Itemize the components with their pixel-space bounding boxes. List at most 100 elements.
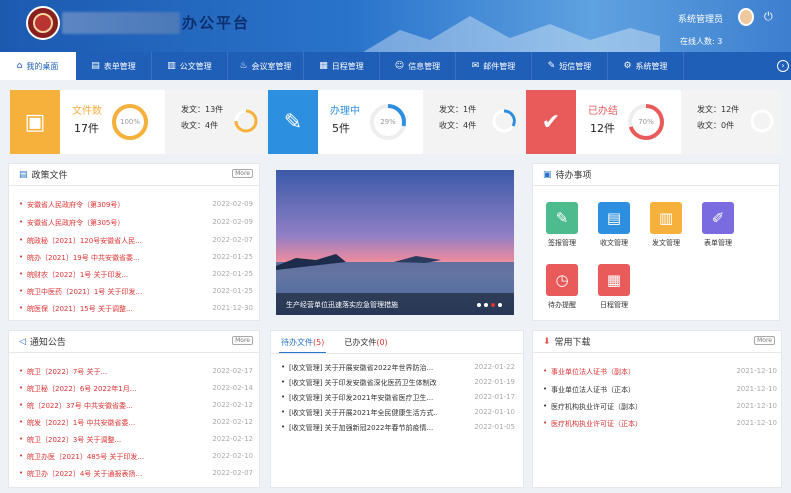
tile-schedule[interactable]: ▦ 日程管理 [589,264,639,310]
tile-receive[interactable]: ▤ 收文管理 [589,202,639,248]
gear-icon: ⚙ [623,61,632,71]
stat-label: 已办结 [588,106,618,117]
recv-count: 收文：4件 [181,121,219,130]
item-title: 皖卫办医〔2021〕485号 关于印发... [27,453,145,461]
panel-header: ▣ 待办事项 [533,164,779,186]
more-button[interactable]: More [232,169,253,178]
item-date: 2021-12-10 [736,385,777,393]
tile-reminder[interactable]: ◷ 待办提醒 [537,264,587,310]
tab-count: (5) [313,338,325,347]
stat-card-processing[interactable]: ✎ 办理中 5件 29% 发文：1件 收文：4件 [268,90,523,154]
item-date: 2022-02-12 [212,435,253,443]
item-title: 皖办〔2021〕19号 中共安徽省委... [27,254,140,262]
tab-pending[interactable]: 待办文件(5) [279,335,327,354]
list-item[interactable]: [收文管理] 关于开展安徽省2022年世界防治... 2022-01-22 [281,363,517,375]
item-title: [收文管理] 关于加强新冠2022年春节前疫情... [289,424,434,432]
nav-label: 表单管理 [103,61,136,71]
list-item[interactable]: 皖卫秘〔2022〕6号 2022年1月... 2022-02-14 [19,384,255,396]
blurred-org-name [62,12,180,34]
list-item[interactable]: 皖政秘〔2021〕120号安徽省人民... 2022-02-07 [19,236,255,248]
tab-done[interactable]: 已办文件(0) [342,335,389,354]
divider [271,353,523,354]
nav-system[interactable]: ⚙ 系统管理 [608,52,684,80]
document-icon: ▥ [167,61,176,71]
stat-card-finished[interactable]: ✔ 已办结 12件 70% 发文：12件 收文：0件 [526,90,781,154]
list-item[interactable]: 皖办〔2021〕19号 中共安徽省委... 2022-01-25 [19,253,255,265]
list-item[interactable]: [收文管理] 关于印发安徽省深化医药卫生体制改... 2022-01-19 [281,378,517,390]
nav-meeting[interactable]: ♨ 会议室管理 [228,52,304,80]
nav-desktop[interactable]: ⌂ 我的桌面 [0,52,76,80]
panel-header: ⬇ 常用下载 [533,331,781,353]
list-item[interactable]: 皖卫〔2022〕7号 关于... 2022-02-17 [19,367,255,379]
item-title: 安徽省人民政府令（第305号） [27,219,125,227]
item-title: [收文管理] 关于开展2021年全民健康生活方式... [289,409,437,417]
nav-label: 短信管理 [559,61,592,71]
list-item[interactable]: 事业单位法人证书（正本） 2021-12-10 [543,385,779,397]
item-date: 2022-02-07 [212,236,253,244]
list-item[interactable]: 安徽省人民政府令（第309号） 2022-02-09 [19,200,255,212]
carousel-dot[interactable] [484,303,488,307]
list-item[interactable]: 皖〔2022〕37号 中共安徽省委... 2022-02-12 [19,401,255,413]
recv-count: 收文：0件 [697,121,735,130]
avatar[interactable] [738,8,754,26]
item-date: 2022-01-22 [474,363,515,371]
meeting-icon: ♨ [239,61,248,71]
nav-label: 日程管理 [331,61,364,71]
more-button[interactable]: More [232,336,253,345]
nav-info[interactable]: ☺ 信息管理 [380,52,456,80]
tile-sign[interactable]: ✎ 签报管理 [537,202,587,248]
outbox-icon: ▥ [650,202,682,234]
list-item[interactable]: 皖医保〔2021〕15号 关于调整... 2021-12-30 [19,304,255,316]
news-banner[interactable]: 生产经营单位迅速落实应急管理措施 [276,170,514,315]
list-item[interactable]: [收文管理] 关于加强新冠2022年春节前疫情... 2022-01-05 [281,423,517,435]
item-title: 安徽省人民政府令（第309号） [27,201,125,209]
item-title: 皖医保〔2021〕15号 关于调整... [27,305,133,313]
list-item[interactable]: 医疗机构执业许可证（副本） 2021-12-10 [543,402,779,414]
item-date: 2021-12-30 [212,304,253,312]
send-count: 发文：13件 [181,105,224,114]
power-icon[interactable]: ⏻ [764,10,776,23]
nav-mail[interactable]: ✉ 邮件管理 [456,52,532,80]
nav-sms[interactable]: ✎ 短信管理 [532,52,608,80]
item-date: 2022-01-25 [212,287,253,295]
list-item[interactable]: 皖财农〔2022〕1号 关于印发... 2022-01-25 [19,270,255,282]
panel-title: 待办事项 [555,171,592,181]
tile-form[interactable]: ✐ 表单管理 [693,202,743,248]
carousel-dot-active[interactable] [491,303,495,307]
user-name[interactable]: 系统管理员 [678,12,723,25]
list-item[interactable]: [收文管理] 关于开展2021年全民健康生活方式... 2022-01-10 [281,408,517,420]
item-date: 2022-02-12 [212,418,253,426]
nav-documents[interactable]: ▥ 公文管理 [152,52,228,80]
carousel-dots [477,303,502,307]
calendar-icon: ▦ [319,61,328,71]
list-item[interactable]: 皖卫〔2022〕3号 关于调整... 2022-02-12 [19,435,255,447]
item-date: 2022-02-17 [212,367,253,375]
list-item[interactable]: [收文管理] 关于印发2021年安徽省医疗卫生... 2022-01-17 [281,393,517,405]
carousel-dot[interactable] [477,303,481,307]
stat-card-total[interactable]: ▣ 文件数 17件 100% 发文：13件 收文：4件 [10,90,265,154]
mail-icon: ✉ [471,61,480,71]
download-icon: ⬇ [543,336,551,347]
list-item[interactable]: 安徽省人民政府令（第305号） 2022-02-09 [19,218,255,230]
item-date: 2022-02-07 [212,469,253,477]
more-button[interactable]: More [754,336,775,345]
list-item[interactable]: 皖卫办〔2022〕4号 关于通报表扬... 2022-02-07 [19,469,255,481]
item-title: 皖卫秘〔2022〕6号 2022年1月... [27,385,137,393]
list-item[interactable]: 皖卫中医药〔2021〕1号 关于印发... 2022-01-25 [19,287,255,299]
stat-breakdown: 发文：12件 收文：0件 [679,90,781,154]
item-date: 2022-01-17 [474,393,515,401]
list-item[interactable]: 皖发〔2022〕1号 中共安徽省委... 2022-02-12 [19,418,255,430]
carousel-dot[interactable] [498,303,502,307]
list-item[interactable]: 医疗机构执业许可证（正本） 2021-12-10 [543,419,779,431]
nav-schedule[interactable]: ▦ 日程管理 [304,52,380,80]
policy-panel: ▤政策文件 More 安徽省人民政府令（第309号） 2022-02-09 安徽省… [8,163,260,321]
nav-label: 我的桌面 [26,61,59,71]
list-item[interactable]: 皖卫办医〔2021〕485号 关于印发... 2022-02-10 [19,452,255,464]
list-item[interactable]: 事业单位法人证书（副本） 2021-12-10 [543,367,779,379]
item-title: 事业单位法人证书（副本） [551,368,635,376]
todo-panel: ▣ 待办事项 ✎ 签报管理 ▤ 收文管理 ▥ 发文管理 ✐ 表单管理 ◷ 待办提醒 ▦ 日程管… [532,163,780,321]
nav-scroll-arrow-icon[interactable]: › [777,60,789,72]
nav-forms[interactable]: ▤ 表单管理 [76,52,152,80]
tile-send[interactable]: ▥ 发文管理 [641,202,691,248]
edit-doc-icon: ✎ [268,90,318,154]
